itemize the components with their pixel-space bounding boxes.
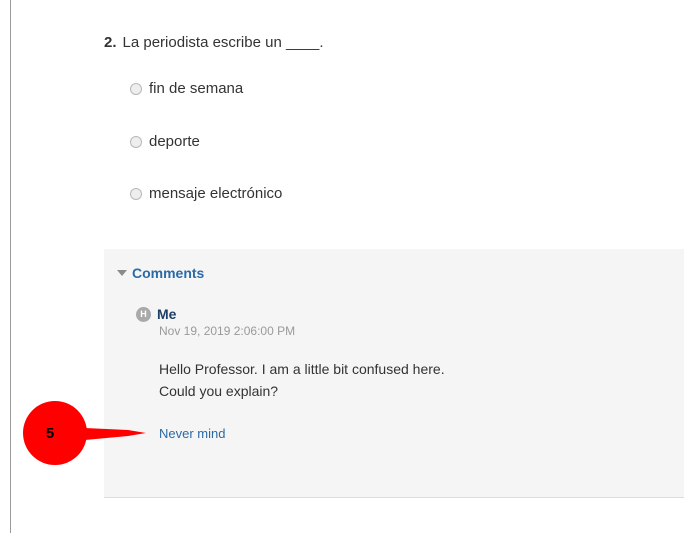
- page: 2. La periodista escribe un ____. fin de …: [0, 0, 684, 533]
- callout-number: 5: [45, 424, 55, 442]
- callout-arrow: [85, 428, 146, 440]
- callout-badge: 5: [23, 401, 87, 465]
